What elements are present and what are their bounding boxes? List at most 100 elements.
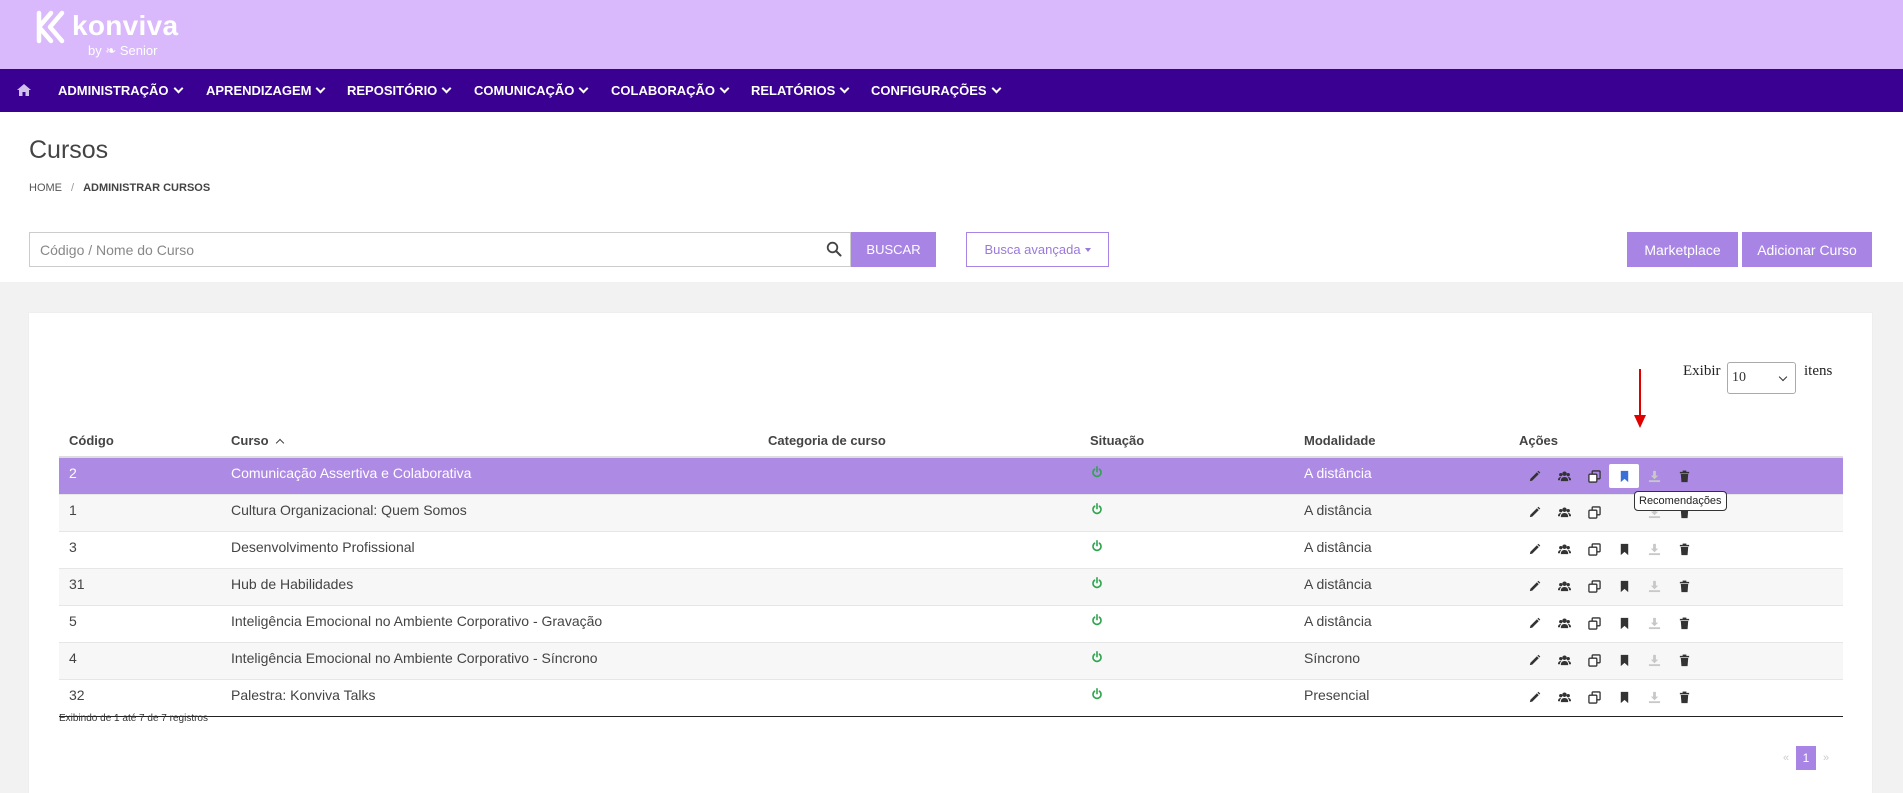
table-row[interactable]: 2 Comunicação Assertiva e Colaborativa A d… bbox=[59, 457, 1843, 495]
download-icon bbox=[1648, 543, 1661, 556]
copy-action[interactable] bbox=[1579, 575, 1609, 599]
edit-action[interactable] bbox=[1519, 612, 1549, 636]
trash-action[interactable] bbox=[1669, 686, 1699, 710]
marketplace-button[interactable]: Marketplace bbox=[1627, 232, 1738, 267]
edit-action[interactable] bbox=[1519, 464, 1549, 488]
cell-situacao[interactable] bbox=[1090, 605, 1304, 643]
cell-curso[interactable]: Comunicação Assertiva e Colaborativa bbox=[231, 457, 768, 495]
nav-colaboracao[interactable]: COLABORAÇÃO bbox=[611, 69, 730, 112]
col-codigo[interactable]: Código bbox=[59, 407, 231, 458]
copy-action[interactable] bbox=[1579, 612, 1609, 636]
table-row[interactable]: 32 Palestra: Konviva Talks Presencial bbox=[59, 679, 1843, 717]
chevron-down-icon bbox=[173, 83, 183, 94]
advanced-search-button[interactable]: Busca avançada bbox=[966, 232, 1109, 267]
cell-curso[interactable]: Hub de Habilidades bbox=[231, 568, 768, 606]
cell-curso[interactable]: Palestra: Konviva Talks bbox=[231, 679, 768, 717]
download-action[interactable] bbox=[1639, 686, 1669, 710]
nav-configuracoes[interactable]: CONFIGURAÇÕES bbox=[871, 69, 1002, 112]
nav-repositorio[interactable]: REPOSITÓRIO bbox=[347, 69, 452, 112]
cell-curso[interactable]: Desenvolvimento Profissional bbox=[231, 531, 768, 569]
users-action[interactable] bbox=[1549, 575, 1579, 599]
cell-curso[interactable]: Cultura Organizacional: Quem Somos bbox=[231, 494, 768, 532]
nav-comunicacao[interactable]: COMUNICAÇÃO bbox=[474, 69, 589, 112]
download-action[interactable] bbox=[1639, 538, 1669, 562]
trash-action[interactable] bbox=[1669, 649, 1699, 673]
trash-action[interactable] bbox=[1669, 538, 1699, 562]
col-modalidade[interactable]: Modalidade bbox=[1304, 407, 1519, 458]
edit-action[interactable] bbox=[1519, 538, 1549, 562]
search-icon[interactable] bbox=[826, 241, 842, 257]
col-situacao[interactable]: Situação bbox=[1090, 407, 1304, 458]
breadcrumb: HOME / ADMINISTRAR CURSOS bbox=[29, 182, 210, 194]
download-action[interactable] bbox=[1639, 612, 1669, 636]
power-active-icon bbox=[1092, 539, 1102, 551]
nav-aprendizagem-label: APRENDIZAGEM bbox=[206, 83, 312, 98]
bookmark-action[interactable] bbox=[1609, 538, 1639, 562]
page-size-select[interactable]: 10 bbox=[1727, 362, 1796, 394]
search-button[interactable]: BUSCAR bbox=[851, 232, 936, 267]
cell-curso[interactable]: Inteligência Emocional no Ambiente Corpo… bbox=[231, 642, 768, 680]
breadcrumb-home[interactable]: HOME bbox=[29, 182, 62, 194]
copy-action[interactable] bbox=[1579, 464, 1609, 488]
edit-action[interactable] bbox=[1519, 501, 1549, 525]
nav-colaboracao-label: COLABORAÇÃO bbox=[611, 83, 715, 98]
breadcrumb-separator: / bbox=[71, 182, 75, 194]
cell-situacao[interactable] bbox=[1090, 531, 1304, 569]
cell-situacao[interactable] bbox=[1090, 568, 1304, 606]
add-course-button[interactable]: Adicionar Curso bbox=[1742, 232, 1872, 267]
users-icon bbox=[1557, 470, 1571, 483]
table-row[interactable]: 4 Inteligência Emocional no Ambiente Corp… bbox=[59, 642, 1843, 680]
cell-codigo: 3 bbox=[59, 531, 231, 569]
trash-action[interactable] bbox=[1669, 464, 1699, 488]
bookmark-action[interactable] bbox=[1609, 575, 1639, 599]
nav-relatorios[interactable]: RELATÓRIOS bbox=[751, 69, 850, 112]
users-action[interactable] bbox=[1549, 686, 1579, 710]
users-action[interactable] bbox=[1549, 649, 1579, 673]
col-curso-label: Curso bbox=[231, 433, 269, 448]
cell-situacao[interactable] bbox=[1090, 494, 1304, 532]
download-action[interactable] bbox=[1639, 575, 1669, 599]
users-action[interactable] bbox=[1549, 612, 1579, 636]
edit-action[interactable] bbox=[1519, 575, 1549, 599]
show-label: Exibir bbox=[1683, 363, 1721, 379]
trash-action[interactable] bbox=[1669, 612, 1699, 636]
copy-action[interactable] bbox=[1579, 686, 1609, 710]
cell-situacao[interactable] bbox=[1090, 679, 1304, 717]
download-action[interactable] bbox=[1639, 464, 1669, 488]
cell-curso[interactable]: Inteligência Emocional no Ambiente Corpo… bbox=[231, 605, 768, 643]
trash-action[interactable] bbox=[1669, 575, 1699, 599]
copy-action[interactable] bbox=[1579, 538, 1609, 562]
download-action[interactable] bbox=[1639, 649, 1669, 673]
page-1-button[interactable]: 1 bbox=[1796, 746, 1816, 770]
power-active-icon bbox=[1092, 687, 1102, 699]
cell-situacao[interactable] bbox=[1090, 457, 1304, 495]
copy-action[interactable] bbox=[1579, 649, 1609, 673]
edit-action[interactable] bbox=[1519, 649, 1549, 673]
home-icon[interactable] bbox=[16, 82, 32, 98]
edit-action[interactable] bbox=[1519, 686, 1549, 710]
table-row[interactable]: 5 Inteligência Emocional no Ambiente Corp… bbox=[59, 605, 1843, 643]
copy-icon bbox=[1587, 469, 1601, 483]
nav-aprendizagem[interactable]: APRENDIZAGEM bbox=[206, 69, 326, 112]
users-action[interactable] bbox=[1549, 501, 1579, 525]
copy-action[interactable] bbox=[1579, 501, 1609, 525]
cell-categoria bbox=[768, 494, 1090, 532]
users-action[interactable] bbox=[1549, 538, 1579, 562]
trash-icon bbox=[1678, 580, 1691, 593]
first-page-button[interactable]: « bbox=[1776, 752, 1796, 764]
col-categoria[interactable]: Categoria de curso bbox=[768, 407, 1090, 458]
cell-situacao[interactable] bbox=[1090, 642, 1304, 680]
table-row[interactable]: 3 Desenvolvimento Profissional A distância bbox=[59, 531, 1843, 569]
bookmark-action[interactable] bbox=[1609, 649, 1639, 673]
bookmark-action[interactable] bbox=[1609, 686, 1639, 710]
bookmark-action[interactable] bbox=[1609, 612, 1639, 636]
table-row[interactable]: 1 Cultura Organizacional: Quem Somos A dis… bbox=[59, 494, 1843, 532]
cell-codigo: 32 bbox=[59, 679, 231, 717]
last-page-button[interactable]: » bbox=[1816, 752, 1836, 764]
table-row[interactable]: 31 Hub de Habilidades A distância bbox=[59, 568, 1843, 606]
users-action[interactable] bbox=[1549, 464, 1579, 488]
nav-administracao[interactable]: ADMINISTRAÇÃO bbox=[58, 69, 183, 112]
col-curso[interactable]: Curso bbox=[231, 407, 768, 458]
bookmark-action[interactable] bbox=[1609, 464, 1639, 488]
search-input[interactable] bbox=[30, 233, 810, 266]
